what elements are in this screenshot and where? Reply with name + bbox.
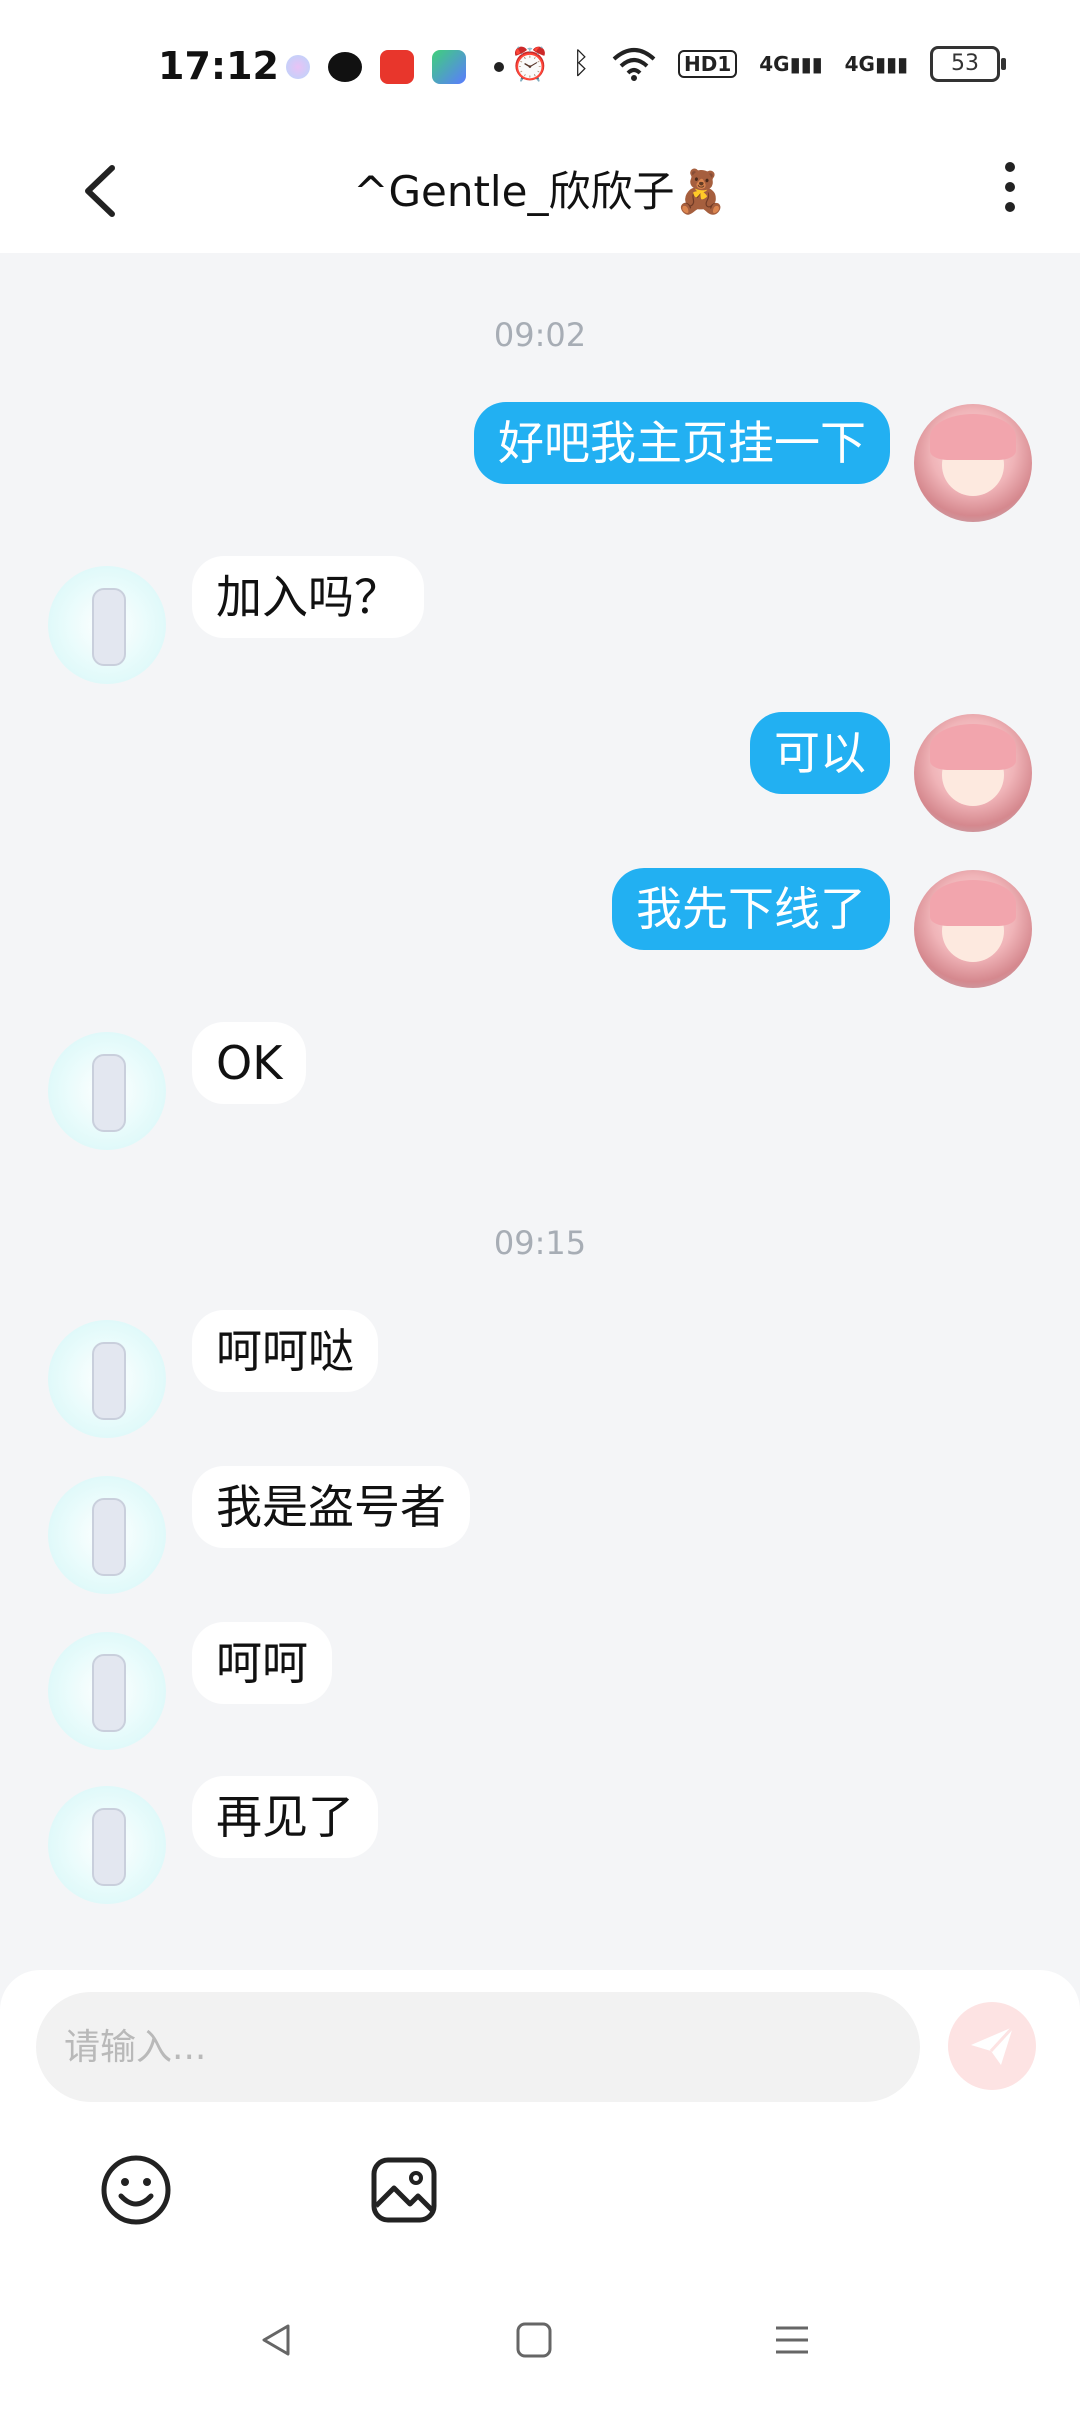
message-bubble[interactable]: 呵呵 (192, 1622, 332, 1704)
avatar-contact[interactable] (48, 1632, 166, 1750)
message-bubble[interactable]: 我是盗号者 (192, 1466, 470, 1548)
more-options-button[interactable] (990, 152, 1030, 222)
more-notifications-dot-icon (494, 62, 504, 72)
avatar-me[interactable] (914, 870, 1032, 988)
wifi-icon (612, 48, 656, 81)
message-input[interactable] (36, 1992, 920, 2102)
smiley-icon (101, 2155, 171, 2225)
avatar-me[interactable] (914, 404, 1032, 522)
triangle-back-icon (262, 2324, 290, 2356)
battery-icon: 53 (930, 46, 1006, 82)
bluetooth-icon: ᛒ (571, 46, 590, 81)
send-button[interactable] (948, 2002, 1036, 2090)
status-time: 17:12 (158, 44, 279, 88)
message-bubble[interactable]: 好吧我主页挂一下 (474, 402, 890, 484)
chat-header: ^Gentle_欣欣子🧸 (0, 130, 1080, 253)
square-home-icon (516, 2322, 552, 2358)
signal-2-icon: 4G▮▮▮ (844, 52, 908, 76)
send-icon (971, 2025, 1015, 2065)
signal-1-icon: 4G▮▮▮ (759, 52, 823, 76)
image-icon (371, 2157, 437, 2223)
avatar-contact[interactable] (48, 1320, 166, 1438)
nav-back-button[interactable] (236, 2300, 316, 2380)
avatar-me[interactable] (914, 714, 1032, 832)
message-bubble[interactable]: 我先下线了 (612, 868, 890, 950)
iqiyi-icon (432, 50, 466, 84)
message-bubble[interactable]: 再见了 (192, 1776, 378, 1858)
message-bubble[interactable]: 可以 (750, 712, 890, 794)
avatar-contact[interactable] (48, 566, 166, 684)
notification-icons (286, 50, 504, 84)
system-icons: ⏰ ᛒ HD1 4G▮▮▮ 4G▮▮▮ 53 (510, 45, 1006, 83)
more-vertical-icon (1005, 162, 1015, 172)
message-bubble[interactable]: OK (192, 1022, 307, 1104)
toutiao-icon (380, 50, 414, 84)
message-bubble[interactable]: 呵呵哒 (192, 1310, 378, 1392)
app-notification-icon (286, 55, 310, 79)
emoji-button[interactable] (96, 2150, 176, 2230)
avatar-contact[interactable] (48, 1786, 166, 1904)
message-timestamp: 09:02 (493, 316, 587, 354)
more-vertical-icon-dot (1005, 182, 1015, 192)
more-vertical-icon-dot (1005, 202, 1015, 212)
avatar-contact[interactable] (48, 1476, 166, 1594)
avatar-contact[interactable] (48, 1032, 166, 1150)
image-button[interactable] (364, 2150, 444, 2230)
chat-title: ^Gentle_欣欣子🧸 (353, 167, 727, 216)
alarm-icon: ⏰ (510, 45, 550, 83)
nav-recents-button[interactable] (752, 2300, 832, 2380)
hd-icon: HD1 (677, 50, 738, 78)
message-timestamp: 09:15 (493, 1224, 587, 1262)
message-bubble[interactable]: 加入吗？ (192, 556, 424, 638)
menu-lines-icon (776, 2326, 808, 2354)
nav-home-button[interactable] (494, 2300, 574, 2380)
status-bar: 17:12 ⏰ ᛒ HD1 4G▮▮▮ 4G▮▮▮ 53 (0, 0, 1080, 130)
wechat-icon (328, 52, 362, 82)
